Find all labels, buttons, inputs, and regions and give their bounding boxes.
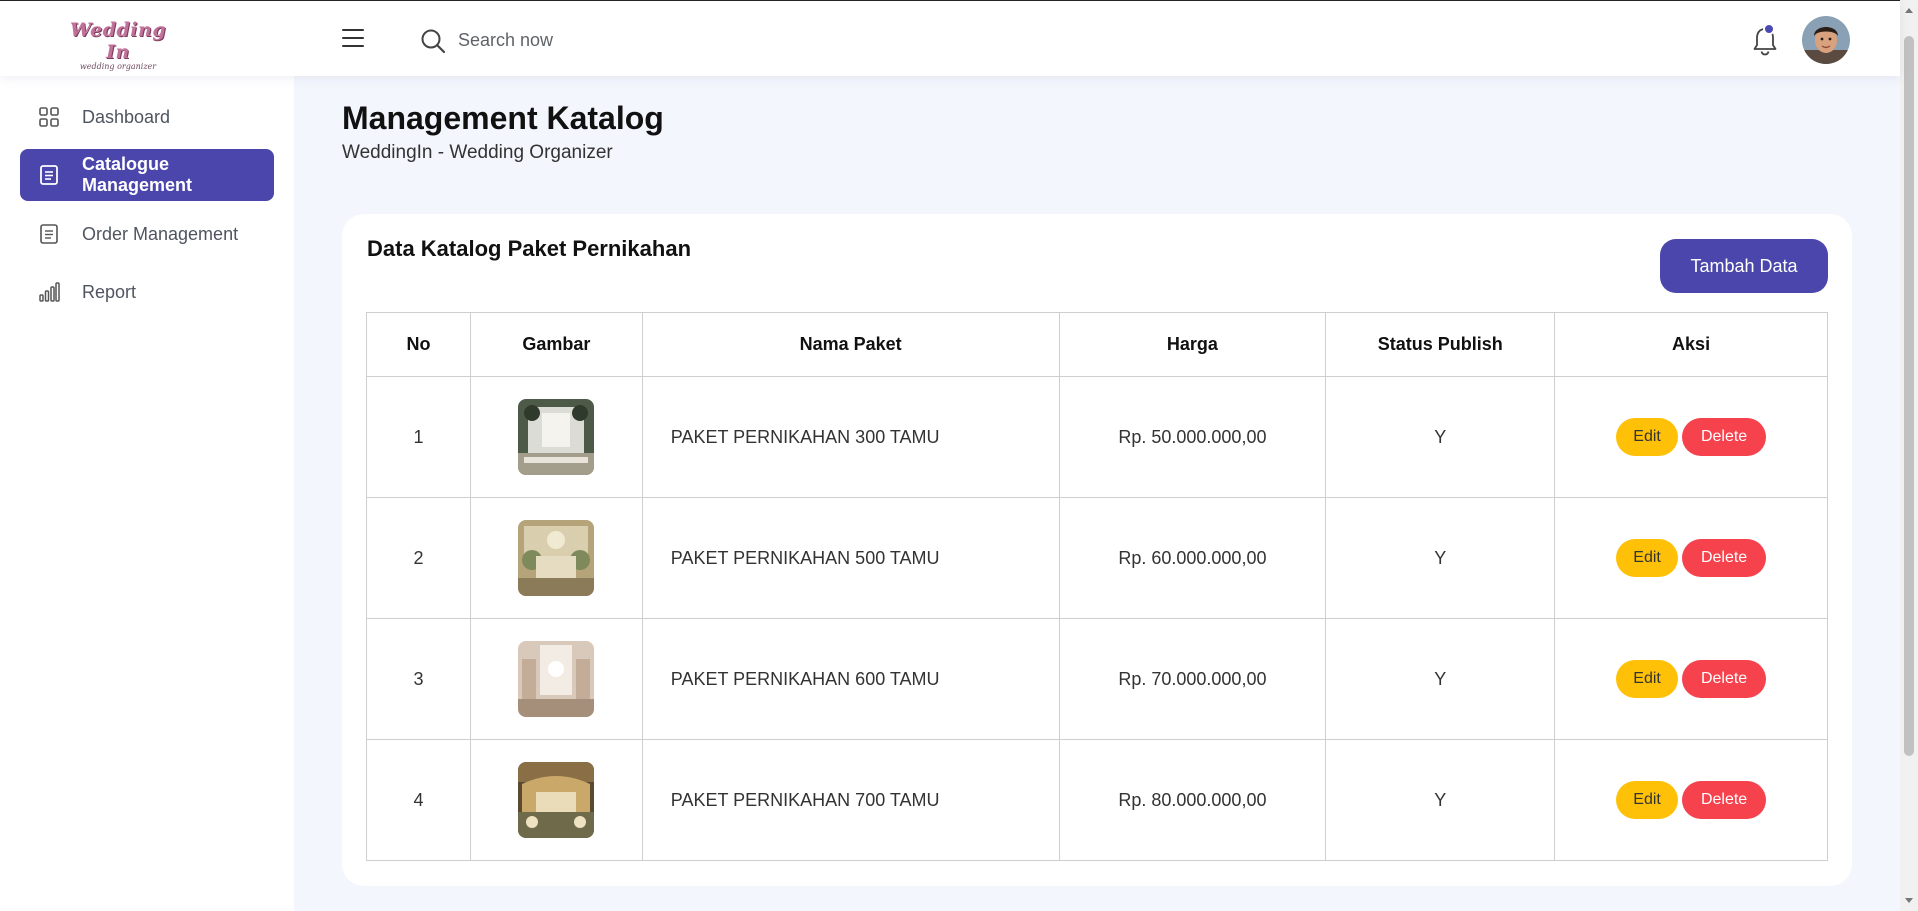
page-subtitle: WeddingIn - Wedding Organizer [342,142,613,163]
page-title: Management Katalog [342,100,664,136]
sidebar-item-catalogue-management[interactable]: Catalogue Management [20,149,274,201]
cell-package-name: PAKET PERNIKAHAN 300 TAMU [641,376,1060,498]
package-thumbnail[interactable] [518,641,595,717]
cell-price: Rp. 80.000.000,00 [1058,739,1327,861]
cell-status: Y [1325,739,1556,861]
scroll-up-arrow-icon[interactable] [1905,8,1913,13]
delete-button[interactable]: Delete [1682,660,1767,698]
table-row: 3 PAKET PERNIKAHAN 600 TAMU Rp. 70.000.0… [366,618,1828,740]
scroll-thumb[interactable] [1904,36,1914,756]
cell-actions: Edit Delete [1554,618,1828,740]
cell-image [469,497,643,619]
sidebar-item-label: Catalogue Management [82,154,193,195]
package-thumbnail[interactable] [518,399,595,475]
card-title: Data Katalog Paket Pernikahan [367,236,692,261]
column-header-image: Gambar [469,312,643,377]
bar-chart-icon [39,282,60,302]
cell-no: 1 [366,376,471,498]
catalogue-card: Data Katalog Paket Pernikahan Tambah Dat… [342,214,1852,886]
table-row: 1 PAKET PERNIKAHAN 300 TAMU Rp. 50.000.0… [366,376,1828,498]
add-data-button[interactable]: Tambah Data [1660,239,1828,293]
cell-actions: Edit Delete [1554,376,1828,498]
grid-icon [39,107,59,127]
edit-button[interactable]: Edit [1616,660,1679,698]
cell-package-name: PAKET PERNIKAHAN 500 TAMU [641,497,1060,619]
delete-button[interactable]: Delete [1682,418,1767,456]
document-icon [40,165,58,185]
sidebar-item-report[interactable]: Report [20,266,274,318]
search-input[interactable] [458,23,758,57]
cell-package-name: PAKET PERNIKAHAN 600 TAMU [641,618,1060,740]
cell-image [469,739,643,861]
cell-price: Rp. 60.000.000,00 [1058,497,1327,619]
cell-price: Rp. 50.000.000,00 [1058,376,1327,498]
brand-logo[interactable]: Wedding In wedding organizer [58,19,178,71]
logo-title: Wedding In [69,19,167,63]
cell-package-name: PAKET PERNIKAHAN 700 TAMU [641,739,1060,861]
sidebar-item-dashboard[interactable]: Dashboard [20,91,274,143]
edit-button[interactable]: Edit [1616,539,1679,577]
scroll-down-arrow-icon[interactable] [1905,898,1913,903]
catalogue-table: No Gambar Nama Paket Harga Status Publis… [366,312,1828,861]
package-thumbnail[interactable] [518,520,595,596]
logo-subtitle: wedding organizer [79,62,157,71]
notification-dot [1763,23,1775,35]
table-header-row: No Gambar Nama Paket Harga Status Publis… [366,312,1828,377]
search-icon [421,29,446,54]
top-header: Wedding In wedding organizer [0,1,1900,76]
cell-status: Y [1325,497,1556,619]
cell-image [469,618,643,740]
table-row: 2 PAKET PERNIKAHAN 500 TAMU Rp. 60.000.0… [366,497,1828,619]
cell-no: 4 [366,739,471,861]
cell-status: Y [1325,618,1556,740]
delete-button[interactable]: Delete [1682,781,1767,819]
edit-button[interactable]: Edit [1616,418,1679,456]
cell-status: Y [1325,376,1556,498]
document-icon [40,224,58,244]
column-header-no: No [366,312,471,377]
cell-image [469,376,643,498]
cell-price: Rp. 70.000.000,00 [1058,618,1327,740]
cell-actions: Edit Delete [1554,739,1828,861]
cell-actions: Edit Delete [1554,497,1828,619]
sidebar-item-order-management[interactable]: Order Management [20,208,274,260]
page-scrollbar[interactable] [1900,0,1918,911]
hamburger-icon[interactable] [342,29,366,49]
edit-button[interactable]: Edit [1616,781,1679,819]
column-header-package-name: Nama Paket [641,312,1060,377]
sidebar-item-label: Order Management [82,223,239,244]
delete-button[interactable]: Delete [1682,539,1767,577]
sidebar-item-label: Dashboard [82,106,171,127]
cell-no: 2 [366,497,471,619]
column-header-price: Harga [1058,312,1327,377]
sidebar: Dashboard Catalogue Management Order Man… [0,76,294,911]
column-header-status: Status Publish [1325,312,1556,377]
column-header-actions: Aksi [1554,312,1828,377]
table-row: 4 PAKET PERNIKAHAN 700 TAMU Rp. 80.000.0… [366,739,1828,861]
package-thumbnail[interactable] [518,762,595,838]
sidebar-item-label: Report [82,281,137,302]
user-avatar[interactable] [1802,16,1850,64]
cell-no: 3 [366,618,471,740]
